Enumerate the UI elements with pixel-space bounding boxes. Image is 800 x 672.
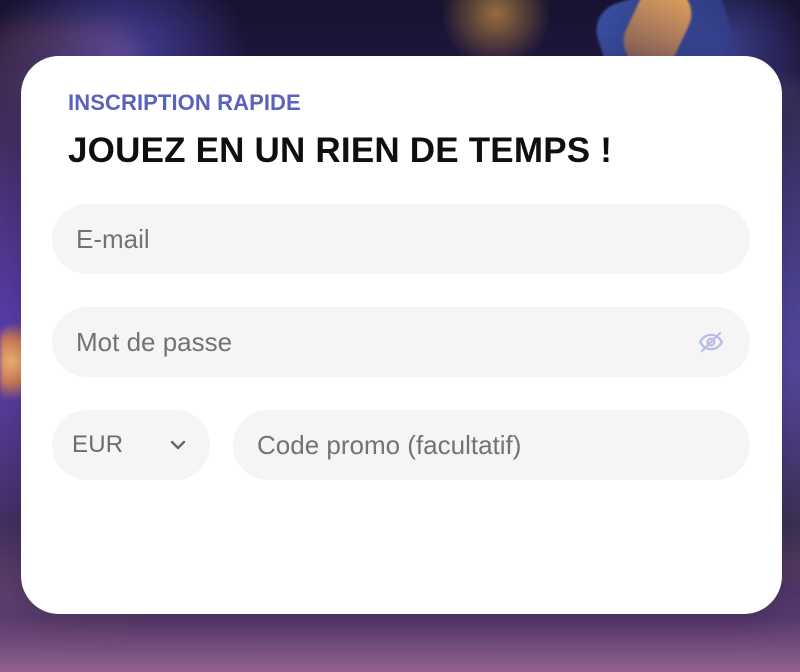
currency-value: EUR: [72, 431, 124, 458]
password-field-wrapper: [52, 307, 750, 377]
password-field[interactable]: [76, 326, 684, 358]
signup-eyebrow: INSCRIPTION RAPIDE: [68, 90, 301, 115]
currency-select[interactable]: EUR: [52, 410, 210, 480]
signup-card: INSCRIPTION RAPIDE JOUEZ EN UN RIEN DE T…: [21, 56, 782, 614]
email-field-wrapper: [52, 204, 750, 274]
promo-code-field[interactable]: [257, 429, 750, 461]
eye-off-icon[interactable]: [696, 327, 726, 357]
promo-field-wrapper: [233, 410, 750, 480]
email-field[interactable]: [76, 223, 750, 255]
signup-title: JOUEZ EN UN RIEN DE TEMPS !: [68, 131, 613, 170]
chevron-down-icon: [166, 433, 190, 457]
